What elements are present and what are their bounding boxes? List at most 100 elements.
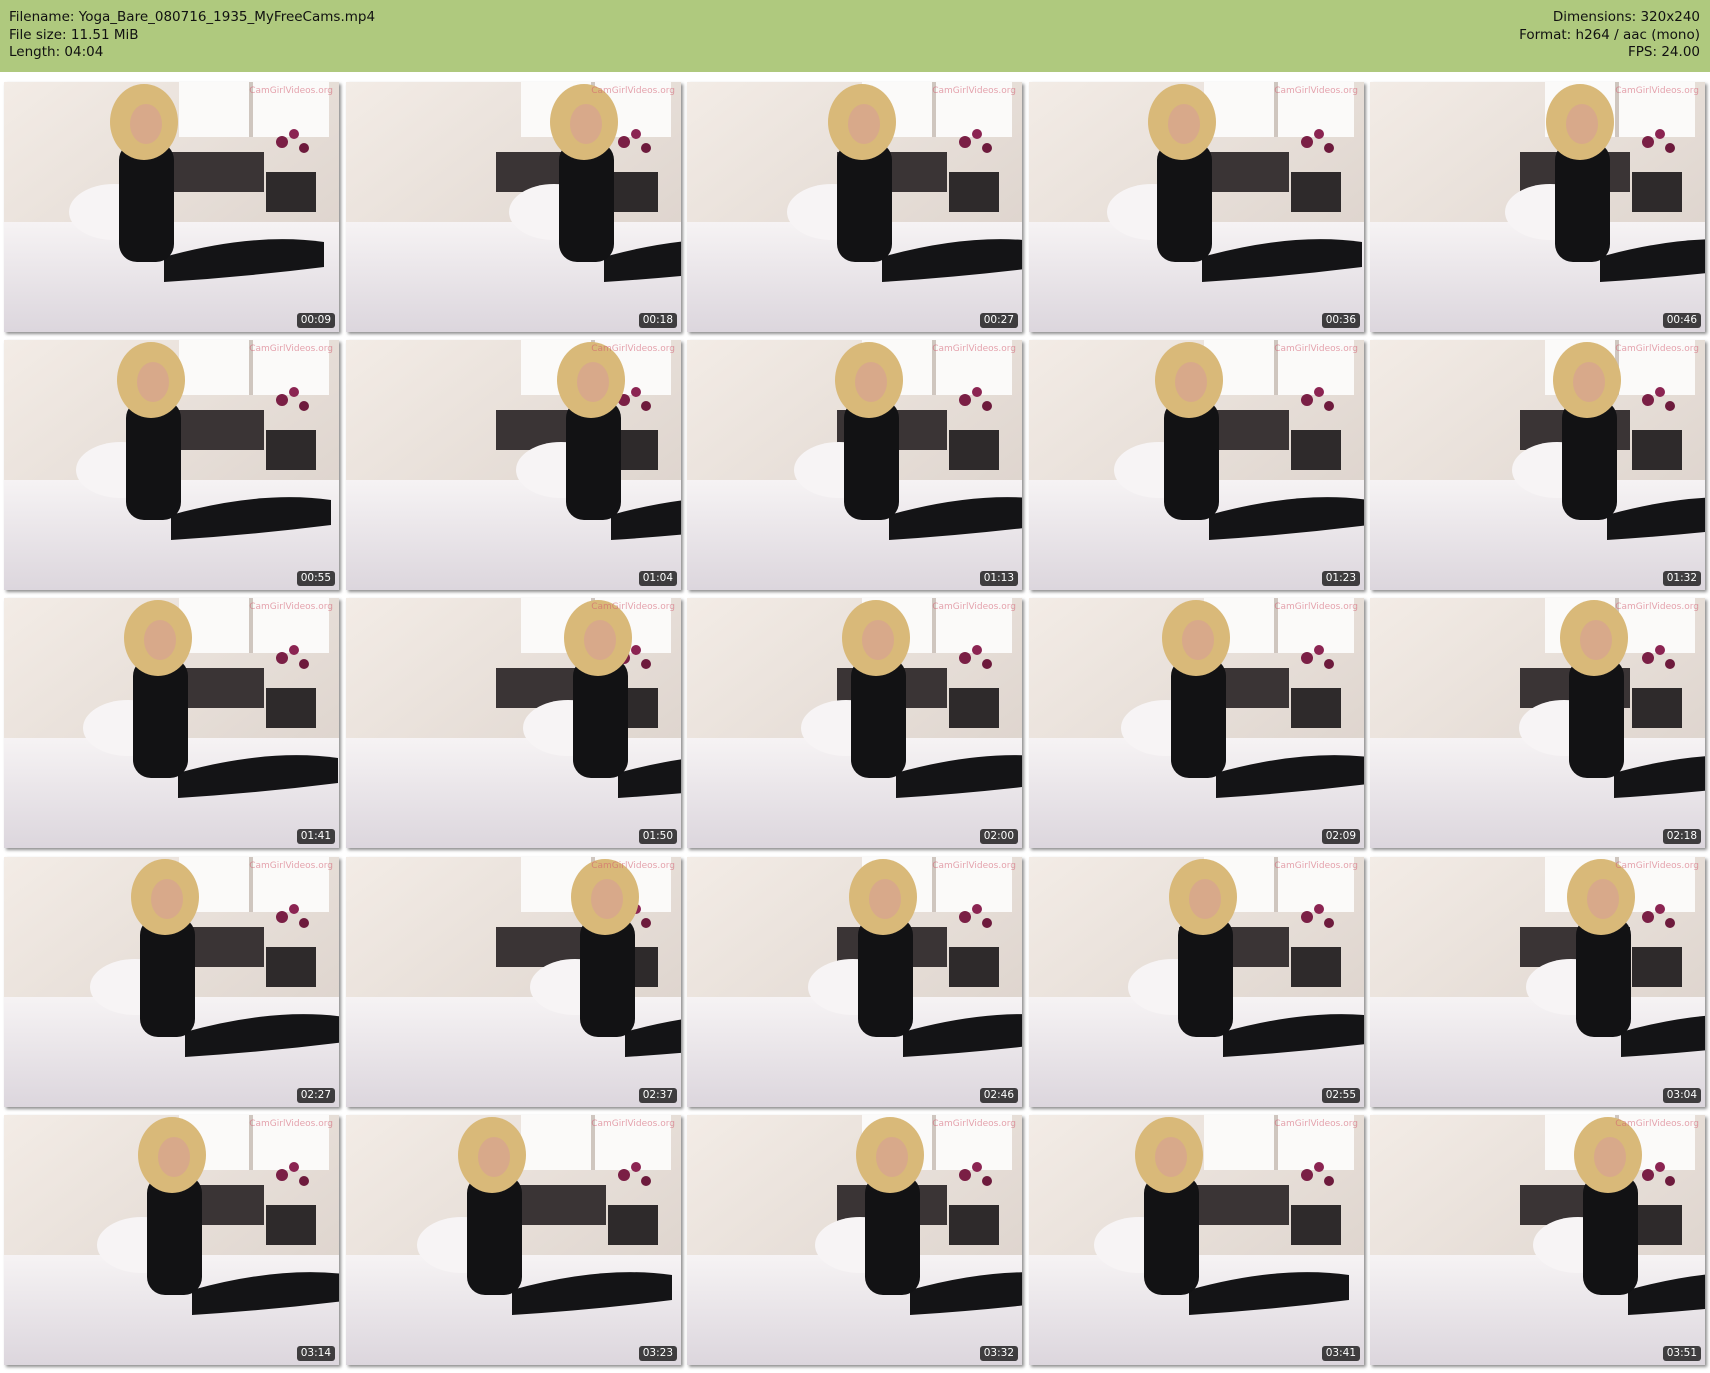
frame-image [1029,1115,1364,1365]
video-thumbnail[interactable]: CamGirlVideos.org 00:55 [4,340,339,590]
video-thumbnail[interactable]: CamGirlVideos.org 00:46 [1370,82,1705,332]
timestamp-badge: 01:23 [1321,571,1360,586]
video-thumbnail[interactable]: CamGirlVideos.org 02:27 [4,857,339,1107]
frame-image [1370,340,1705,590]
filename-value: Yoga_Bare_080716_1935_MyFreeCams.mp4 [78,9,376,25]
dimensions-label: Dimensions: [1552,9,1637,25]
watermark-text: CamGirlVideos.org [932,1119,1016,1129]
fps-value: 24.00 [1661,44,1700,60]
info-header: Filename: Yoga_Bare_080716_1935_MyFreeCa… [0,0,1710,72]
watermark-text: CamGirlVideos.org [249,861,333,871]
watermark-text: CamGirlVideos.org [249,1119,333,1129]
timestamp-badge: 00:27 [979,313,1018,328]
timestamp-badge: 00:55 [296,571,335,586]
filesize-label: File size: [9,26,67,43]
video-thumbnail[interactable]: CamGirlVideos.org 03:04 [1370,857,1705,1107]
timestamp-badge: 02:37 [638,1088,677,1103]
video-thumbnail[interactable]: CamGirlVideos.org 01:32 [1370,340,1705,590]
fps-label: FPS: [1628,44,1658,60]
frame-image [4,598,339,848]
timestamp-badge: 02:18 [1662,829,1701,844]
timestamp-badge: 02:46 [979,1088,1018,1103]
frame-image [1029,82,1364,332]
watermark-text: CamGirlVideos.org [1274,861,1358,871]
timestamp-badge: 01:41 [296,829,335,844]
frame-image [687,857,1022,1107]
video-thumbnail[interactable]: CamGirlVideos.org 01:04 [346,340,681,590]
frame-image [4,1115,339,1365]
watermark-text: CamGirlVideos.org [1274,86,1358,96]
watermark-text: CamGirlVideos.org [249,86,333,96]
frame-image [4,857,339,1107]
watermark-text: CamGirlVideos.org [591,861,675,871]
watermark-text: CamGirlVideos.org [1274,602,1358,612]
timestamp-badge: 03:04 [1662,1088,1701,1103]
timestamp-badge: 00:09 [296,313,335,328]
frame-image [1029,598,1364,848]
filesize-value: 11.51 MiB [70,26,139,43]
timestamp-badge: 01:50 [638,829,677,844]
video-thumbnail[interactable]: CamGirlVideos.org 02:18 [1370,598,1705,848]
video-thumbnail[interactable]: CamGirlVideos.org 03:14 [4,1115,339,1365]
video-thumbnail[interactable]: CamGirlVideos.org 03:32 [687,1115,1022,1365]
watermark-text: CamGirlVideos.org [591,1119,675,1129]
filesize-row: File size: 11.51 MiB [9,27,375,45]
frame-image [346,340,681,590]
video-thumbnail[interactable]: CamGirlVideos.org 02:09 [1029,598,1364,848]
frame-image [687,340,1022,590]
fps-row: FPS: 24.00 [1519,44,1700,62]
frame-image [1370,82,1705,332]
dimensions-row: Dimensions: 320x240 [1519,9,1700,27]
video-thumbnail[interactable]: CamGirlVideos.org 00:18 [346,82,681,332]
video-thumbnail[interactable]: CamGirlVideos.org 02:37 [346,857,681,1107]
video-thumbnail[interactable]: CamGirlVideos.org 02:55 [1029,857,1364,1107]
watermark-text: CamGirlVideos.org [1274,1119,1358,1129]
watermark-text: CamGirlVideos.org [932,86,1016,96]
video-thumbnail[interactable]: CamGirlVideos.org 02:00 [687,598,1022,848]
watermark-text: CamGirlVideos.org [1274,344,1358,354]
watermark-text: CamGirlVideos.org [1615,602,1699,612]
dimensions-value: 320x240 [1640,9,1700,25]
frame-image [4,340,339,590]
video-thumbnail[interactable]: CamGirlVideos.org 02:46 [687,857,1022,1107]
video-thumbnail[interactable]: CamGirlVideos.org 00:36 [1029,82,1364,332]
video-thumbnail[interactable]: CamGirlVideos.org 01:41 [4,598,339,848]
frame-image [1029,340,1364,590]
frame-image [346,1115,681,1365]
filename-row: Filename: Yoga_Bare_080716_1935_MyFreeCa… [9,9,375,27]
frame-image [687,82,1022,332]
format-label: Format: [1519,26,1572,43]
frame-image [687,1115,1022,1365]
video-thumbnail[interactable]: CamGirlVideos.org 01:13 [687,340,1022,590]
frame-image [346,857,681,1107]
timestamp-badge: 00:36 [1321,313,1360,328]
timestamp-badge: 03:32 [979,1346,1018,1361]
frame-image [1370,598,1705,848]
timestamp-badge: 00:46 [1662,313,1701,328]
watermark-text: CamGirlVideos.org [932,861,1016,871]
watermark-text: CamGirlVideos.org [591,602,675,612]
video-thumbnail[interactable]: CamGirlVideos.org 00:09 [4,82,339,332]
timestamp-badge: 02:27 [296,1088,335,1103]
length-label: Length: [9,44,61,60]
video-thumbnail[interactable]: CamGirlVideos.org 03:23 [346,1115,681,1365]
frame-image [1370,1115,1705,1365]
timestamp-badge: 01:04 [638,571,677,586]
video-thumbnail[interactable]: CamGirlVideos.org 03:51 [1370,1115,1705,1365]
video-thumbnail[interactable]: CamGirlVideos.org 01:50 [346,598,681,848]
watermark-text: CamGirlVideos.org [249,602,333,612]
timestamp-badge: 02:00 [979,829,1018,844]
watermark-text: CamGirlVideos.org [591,86,675,96]
timestamp-badge: 03:23 [638,1346,677,1361]
video-thumbnail[interactable]: CamGirlVideos.org 01:23 [1029,340,1364,590]
video-thumbnail[interactable]: CamGirlVideos.org 03:41 [1029,1115,1364,1365]
video-thumbnail[interactable]: CamGirlVideos.org 00:27 [687,82,1022,332]
frame-image [346,82,681,332]
watermark-text: CamGirlVideos.org [1615,861,1699,871]
frame-image [1370,857,1705,1107]
watermark-text: CamGirlVideos.org [1615,86,1699,96]
timestamp-badge: 02:55 [1321,1088,1360,1103]
length-value: 04:04 [64,44,104,60]
frame-image [346,598,681,848]
format-value: h264 / aac (mono) [1575,26,1700,43]
